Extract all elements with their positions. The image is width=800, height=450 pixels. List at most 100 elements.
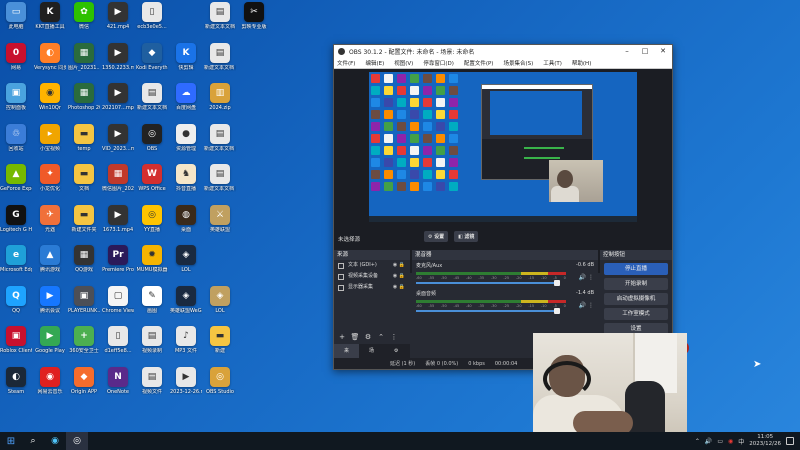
desktop-icon[interactable]: ▲ 腾讯游戏 — [34, 243, 66, 283]
desktop-icon[interactable]: ◎ OBS Studio — [204, 365, 236, 405]
menu-item[interactable]: 视图(V) — [394, 59, 413, 67]
desktop-icon[interactable]: ⚔ 英雄联盟 — [204, 203, 236, 243]
close-button[interactable]: ✕ — [654, 45, 672, 58]
desktop-icon[interactable]: ▬ 新建文件夹 — [68, 203, 100, 243]
desktop-icon[interactable]: ◍ 桌面 — [170, 203, 202, 243]
chevron-up-icon[interactable]: ⌃ — [695, 438, 700, 445]
desktop-icon[interactable]: ▶ Google Play — [34, 324, 66, 364]
desktop-icon[interactable]: ▶ 421.mp4 — [102, 0, 134, 40]
desktop-icon[interactable]: ☁ 百度网盘 — [170, 81, 202, 121]
desktop-icon[interactable]: W WPS Office — [136, 162, 168, 202]
mute-icon[interactable]: 🔊 ⋮ — [579, 302, 594, 309]
obs-taskbar-icon[interactable]: ◎ — [66, 432, 88, 450]
desktop-icon[interactable]: ◐ Steam — [0, 365, 32, 405]
desktop-icon[interactable]: N OneNote — [102, 365, 134, 405]
desktop-icon[interactable]: ▦ 图片_20231... — [68, 41, 100, 81]
desktop-icon[interactable]: ▦ QQ游戏 — [68, 243, 100, 283]
menu-item[interactable]: 场景集合(S) — [503, 59, 533, 67]
eye-icon[interactable]: ◉ 🔒 — [393, 271, 405, 282]
obs-titlebar[interactable]: OBS 30.1.2 - 配置文件: 未命名 - 场景: 未命名 – □ ✕ — [334, 45, 672, 58]
control-button[interactable]: 开始录制 — [604, 278, 668, 290]
desktop-icon[interactable]: ✂ 剪映专业版 — [238, 0, 270, 40]
desktop-icon[interactable]: ▤ 视频录制 — [136, 324, 168, 364]
desktop-icon[interactable]: ♪ MP3 文件 — [170, 324, 202, 364]
desktop-icon[interactable]: ▯ d1eff5e8... — [102, 324, 134, 364]
desktop-icon[interactable]: ▣ 控制面板 — [0, 81, 32, 121]
desktop-icon[interactable]: ✎ 画图 — [136, 284, 168, 324]
desktop-icon[interactable]: ◉ 网易云音乐 — [34, 365, 66, 405]
desktop-icon[interactable]: ▶ 腾讯会议 — [34, 284, 66, 324]
desktop-icon[interactable]: K 快剪辑 — [170, 41, 202, 81]
move-up-icon[interactable]: ⌃ — [376, 332, 386, 342]
desktop-icon[interactable]: ◈英雄联盟WeGame版 — [170, 284, 202, 324]
desktop-icon[interactable]: ▥ 2024.zip — [204, 81, 236, 121]
volume-icon[interactable]: 🔊 — [705, 438, 712, 445]
desktop-icon[interactable]: Q QQ — [0, 284, 32, 324]
search-icon[interactable]: ⌕ — [22, 432, 44, 450]
desktop-icon[interactable]: GLogitech G HUB — [0, 203, 32, 243]
desktop-icon[interactable]: ✹ MUMU模拟器 — [136, 243, 168, 283]
add-source-icon[interactable]: + — [337, 332, 347, 342]
volume-slider[interactable] — [416, 308, 560, 314]
tab-scenes[interactable]: 场景 — [359, 344, 384, 368]
desktop-icon[interactable]: ◎ YY直播 — [136, 203, 168, 243]
desktop-icon[interactable]: ▶2023-12-26.mp4 — [170, 365, 202, 405]
control-button[interactable]: 工作室模式 — [604, 308, 668, 320]
menu-item[interactable]: 工具(T) — [543, 59, 562, 67]
source-item[interactable]: 文本 (GDI+) ◉ 🔒 — [334, 260, 410, 271]
desktop-icon[interactable]: ▶ 202107...mp4 — [102, 81, 134, 121]
source-item[interactable]: 显示器采集 ◉ 🔒 — [334, 282, 410, 293]
desktop-icon[interactable]: +360安全卫士 — [68, 324, 100, 364]
desktop-icon[interactable]: ▤新建文本文档 (2) — [204, 41, 236, 81]
menu-item[interactable]: 配置文件(P) — [464, 59, 494, 67]
desktop-icon[interactable]: ◈ LOL — [204, 284, 236, 324]
desktop-icon[interactable]: ● 资源管理 — [170, 122, 202, 162]
desktop-icon[interactable]: ✦ 小龙优化 — [34, 162, 66, 202]
control-button[interactable]: 启动虚拟摄像机 — [604, 293, 668, 305]
obs-window[interactable]: OBS 30.1.2 - 配置文件: 未命名 - 场景: 未命名 – □ ✕ 文… — [333, 44, 673, 370]
clock[interactable]: 11:05 2023/12/26 — [749, 434, 781, 448]
source-filters-button[interactable]: ◧ 滤镜 — [454, 231, 479, 242]
desktop-icon[interactable]: ▬ temp — [68, 122, 100, 162]
desktop-icon[interactable]: ▭ 此电脑 — [0, 0, 32, 40]
menu-item[interactable]: 停靠窗口(D) — [423, 59, 454, 67]
more-icon[interactable]: ⋮ — [389, 332, 399, 342]
control-button[interactable]: 停止直播 — [604, 263, 668, 275]
desktop-icon[interactable]: ◉ Win10Qr — [34, 81, 66, 121]
network-icon[interactable]: ▭ — [717, 438, 723, 445]
source-properties-icon[interactable]: ⚙ — [363, 332, 373, 342]
program-preview[interactable] — [369, 72, 637, 222]
desktop-icon[interactable]: ▲ GeForce Experience — [0, 162, 32, 202]
preview-area[interactable] — [334, 69, 672, 273]
desktop-icon[interactable]: ▯ ecb3e0e5... — [136, 0, 168, 40]
remove-source-icon[interactable]: 🗑 — [350, 332, 360, 342]
desktop-icon[interactable]: K KKT直播工具 — [34, 0, 66, 40]
desktop-icon[interactable]: ▬ 文档 — [68, 162, 100, 202]
menu-item[interactable]: 帮助(H) — [572, 59, 591, 67]
notification-icon[interactable] — [786, 437, 794, 445]
tab-sources[interactable]: 来源 — [334, 344, 360, 368]
desktop-icon[interactable]: ♞ 抖音直播 — [170, 162, 202, 202]
ime-icon[interactable]: 中 — [738, 437, 744, 446]
desktop-icon[interactable]: ▬ 新建 — [204, 324, 236, 364]
desktop-icon[interactable]: ▤新建文本文档 2023... — [204, 122, 236, 162]
edge-taskbar-icon[interactable]: ◉ — [44, 432, 66, 450]
desktop-icon[interactable]: 0 网易 — [0, 41, 32, 81]
desktop-icon[interactable]: ▶VID_2023...mp4 — [102, 122, 134, 162]
desktop-icon[interactable]: ✈ 光遇 — [34, 203, 66, 243]
maximize-button[interactable]: □ — [636, 45, 654, 58]
desktop-icon[interactable]: ▣ Roblox Client — [0, 324, 32, 364]
menu-item[interactable]: 编辑(E) — [365, 59, 384, 67]
antivirus-icon[interactable]: ◉ — [728, 438, 733, 445]
eye-icon[interactable]: ◉ 🔒 — [393, 260, 405, 271]
source-settings-button[interactable]: ⚙ 设置 — [424, 231, 449, 242]
minimize-button[interactable]: – — [618, 45, 636, 58]
desktop-icon[interactable]: ▣ PLAYERUNK... — [68, 284, 100, 324]
desktop-icon[interactable]: ▶1350.2233.mp4 — [102, 41, 134, 81]
desktop-icon[interactable]: ◐ Verysync 同步 — [34, 41, 66, 81]
desktop-icon[interactable]: ▤ 新建文本文档 — [136, 81, 168, 121]
desktop-icon[interactable]: ♲ 回收站 — [0, 122, 32, 162]
source-item[interactable]: 视频采集设备 ◉ 🔒 — [334, 271, 410, 282]
desktop-icon[interactable]: ▸ 小宝视频 — [34, 122, 66, 162]
desktop-icon[interactable]: ▦ Photoshop 2021 — [68, 81, 100, 121]
